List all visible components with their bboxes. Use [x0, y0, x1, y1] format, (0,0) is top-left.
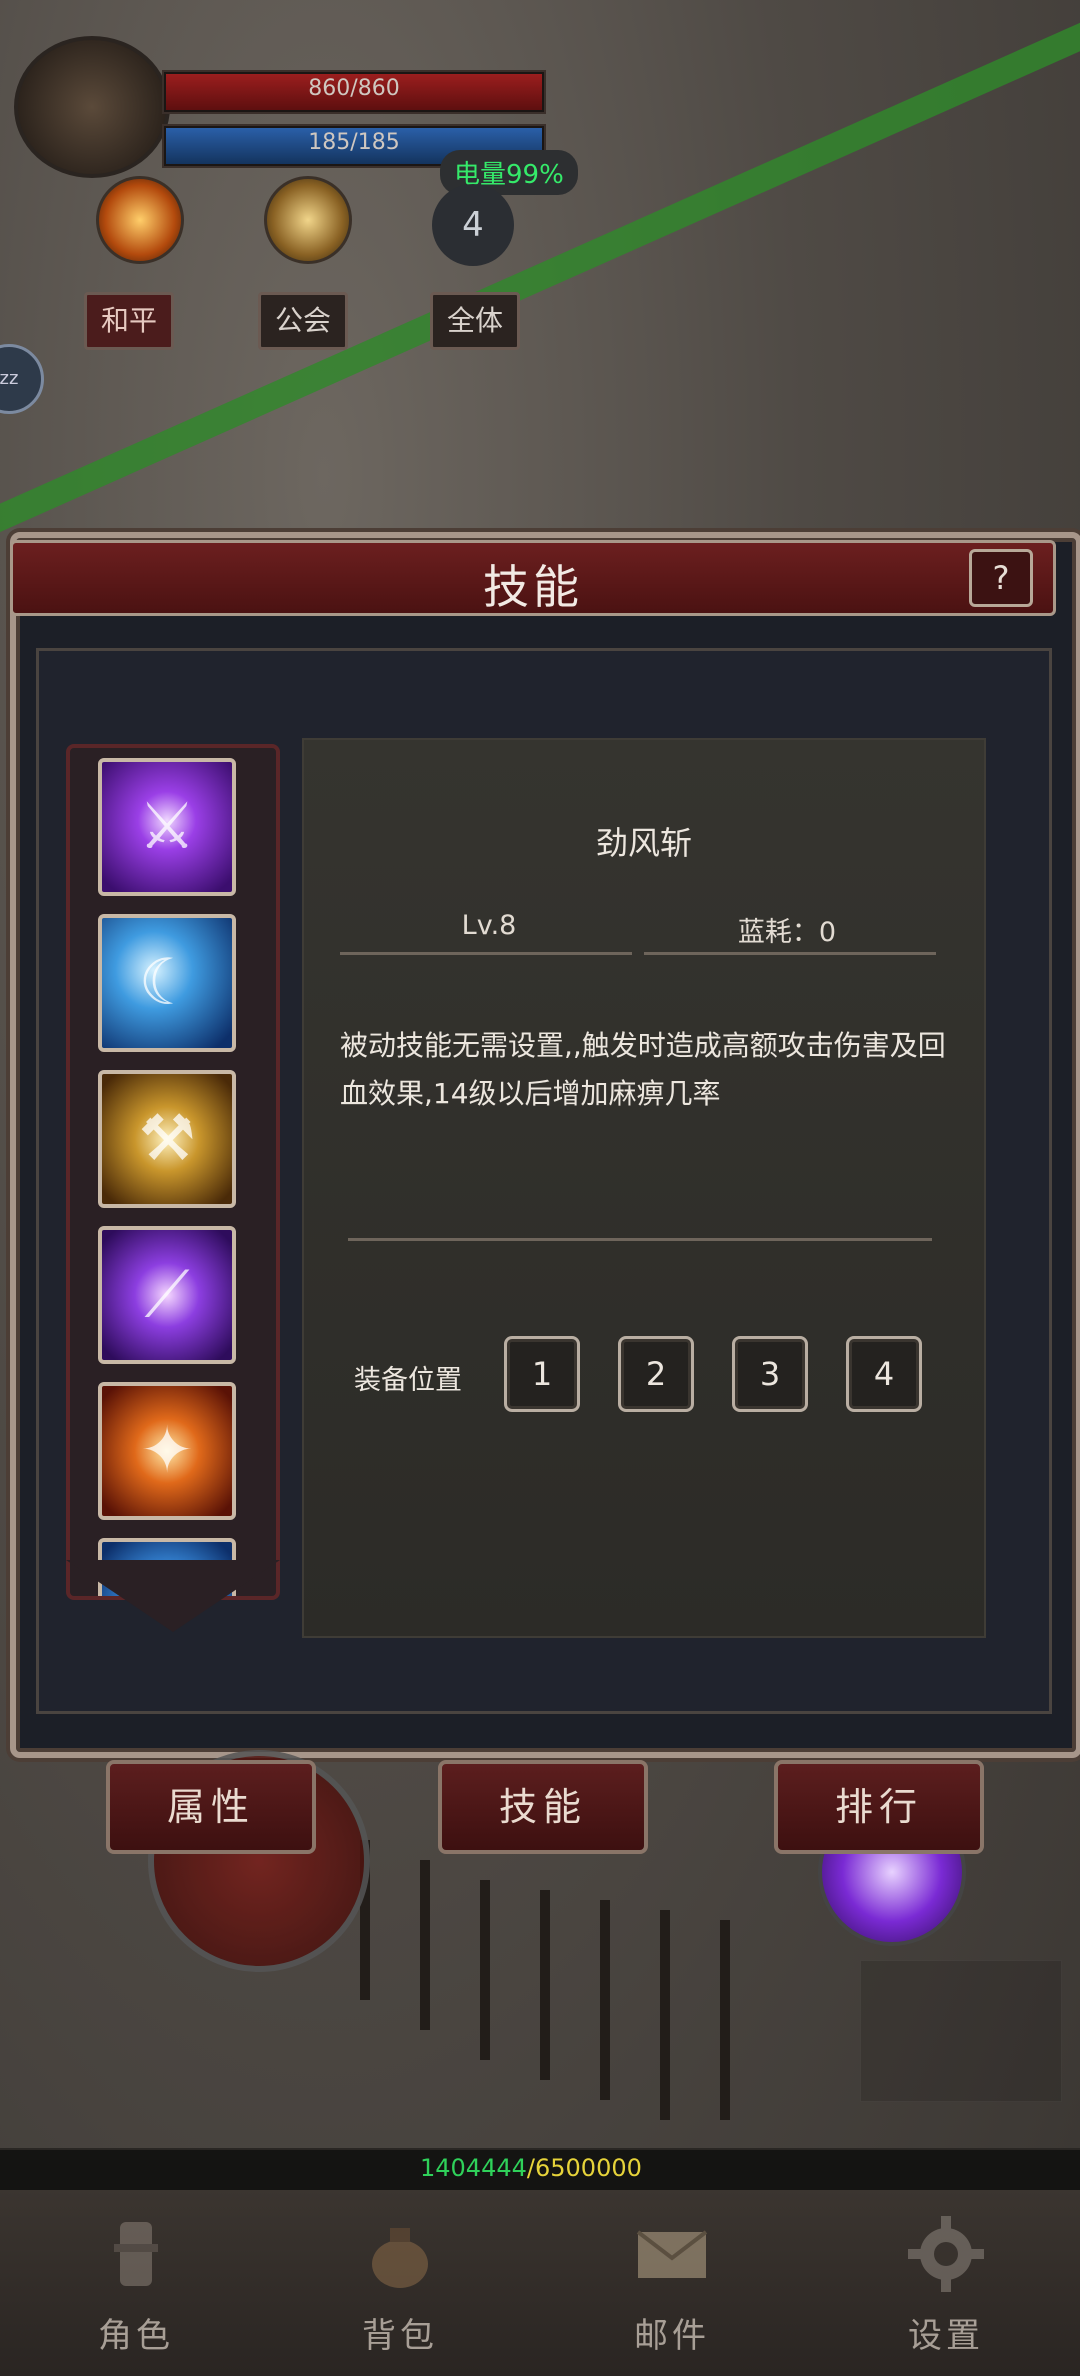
hp-bar: 860/860: [162, 70, 546, 114]
character-icon: [114, 2222, 158, 2286]
skill-list-tail: [66, 1560, 280, 1632]
equip-slot-3-button[interactable]: 3: [732, 1336, 808, 1412]
fence-post: [540, 1890, 550, 2080]
tab-skills[interactable]: 技能: [438, 1760, 648, 1854]
purple-sword-skill-icon[interactable]: ⚔: [98, 758, 236, 896]
panel-title-bar: 技能 ?: [10, 540, 1056, 616]
gear-icon: [908, 2216, 984, 2292]
skill-mana-cost: 蓝耗：0: [737, 917, 837, 948]
exp-text: 1404444/6500000: [420, 2154, 642, 2182]
equip-slot-1-button[interactable]: 1: [504, 1336, 580, 1412]
divider: [644, 952, 936, 955]
nav-mail[interactable]: 邮件: [572, 2190, 772, 2376]
fence-post: [720, 1920, 730, 2120]
nav-settings[interactable]: 设置: [846, 2190, 1046, 2376]
purple-blade-skill-icon[interactable]: ⟋: [98, 1226, 236, 1364]
chat-tab-guild[interactable]: 公会: [258, 292, 349, 350]
fence-post: [420, 1860, 430, 2030]
nav-bag[interactable]: 背包: [300, 2190, 500, 2376]
chat-tab-all[interactable]: 全体: [430, 292, 521, 350]
exp-bar: 1404444/6500000: [0, 2148, 1080, 2192]
fire-buff-icon[interactable]: [96, 176, 184, 264]
player-avatar[interactable]: [14, 36, 170, 178]
help-button[interactable]: ?: [969, 549, 1033, 607]
skill-description: 被动技能无需设置,,触发时造成高额攻击伤害及回血效果,14级以后增加麻痹几率: [340, 1029, 946, 1110]
skill-list[interactable]: ⚔ ☾ ⚒ ⟋ ✦: [66, 744, 280, 1600]
equip-position-label: 装备位置: [354, 1365, 462, 1396]
fire-slash-skill-icon[interactable]: ✦: [98, 1382, 236, 1520]
tab-attributes[interactable]: 属性: [106, 1760, 316, 1854]
floor-tile: [860, 1960, 1062, 2102]
blue-crescent-skill-icon[interactable]: ☾: [98, 914, 236, 1052]
equip-slot-2-button[interactable]: 2: [618, 1336, 694, 1412]
chat-tab-peace[interactable]: 和平: [84, 292, 175, 350]
panel-title: 技能: [483, 560, 583, 614]
tab-ranking[interactable]: 排行: [774, 1760, 984, 1854]
bottom-nav: 角色 背包 邮件 设置: [0, 2190, 1080, 2376]
golden-axe-skill-icon[interactable]: ⚒: [98, 1070, 236, 1208]
fence-post: [660, 1910, 670, 2120]
fence-post: [480, 1880, 490, 2060]
skill-level: Lv.8: [461, 910, 517, 941]
equip-slot-4-button[interactable]: 4: [846, 1336, 922, 1412]
bag-icon: [372, 2228, 428, 2288]
mail-icon: [636, 2230, 708, 2278]
hp-text: 860/860: [308, 76, 400, 101]
helmet-buff-icon[interactable]: [264, 176, 352, 264]
level-badge: 4: [432, 184, 514, 266]
divider: [348, 1238, 932, 1241]
nav-character[interactable]: 角色: [36, 2190, 236, 2376]
divider: [340, 952, 632, 955]
skill-name: 劲风斩: [595, 824, 692, 862]
skill-detail-pane: 劲风斩 Lv.8 蓝耗：0 被动技能无需设置,,触发时造成高额攻击伤害及回血效果…: [302, 738, 986, 1638]
fence-post: [600, 1900, 610, 2100]
